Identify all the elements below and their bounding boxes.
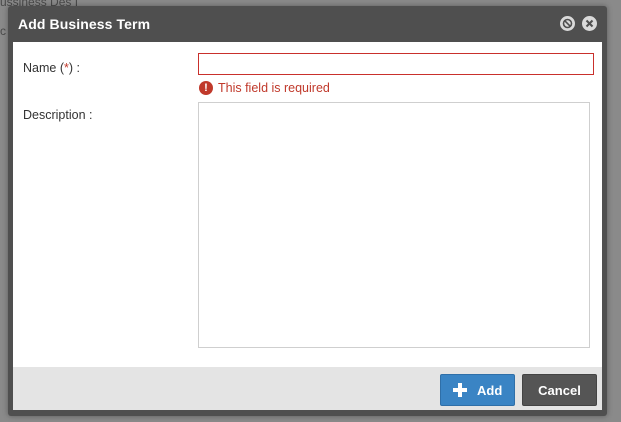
add-button-label: Add (477, 383, 503, 398)
minimize-circle-icon[interactable] (560, 16, 575, 31)
add-button[interactable]: Add (440, 374, 515, 406)
cancel-button[interactable]: Cancel (522, 374, 597, 406)
name-label-suffix: ) : (68, 61, 80, 75)
name-label-text: Name ( (23, 61, 64, 75)
description-textarea[interactable] (198, 102, 590, 348)
dialog-title-bar: Add Business Term (8, 6, 607, 42)
background-text-fragment: c (0, 24, 6, 38)
add-business-term-dialog: Add Business Term Name (*) : ! This fiel… (8, 6, 607, 416)
error-icon-glyph: ! (204, 82, 208, 94)
dialog-footer: Add Cancel (13, 367, 602, 410)
cancel-button-label: Cancel (538, 383, 581, 398)
close-circle-icon[interactable] (582, 16, 597, 31)
name-error-text: This field is required (218, 81, 330, 95)
dialog-title: Add Business Term (18, 16, 151, 32)
error-exclamation-icon: ! (199, 81, 213, 95)
description-label: Description : (23, 108, 93, 122)
name-input[interactable] (198, 53, 594, 75)
dialog-body: Name (*) : ! This field is required Desc… (13, 42, 602, 367)
plus-icon (453, 383, 467, 397)
name-label: Name (*) : (23, 61, 80, 75)
